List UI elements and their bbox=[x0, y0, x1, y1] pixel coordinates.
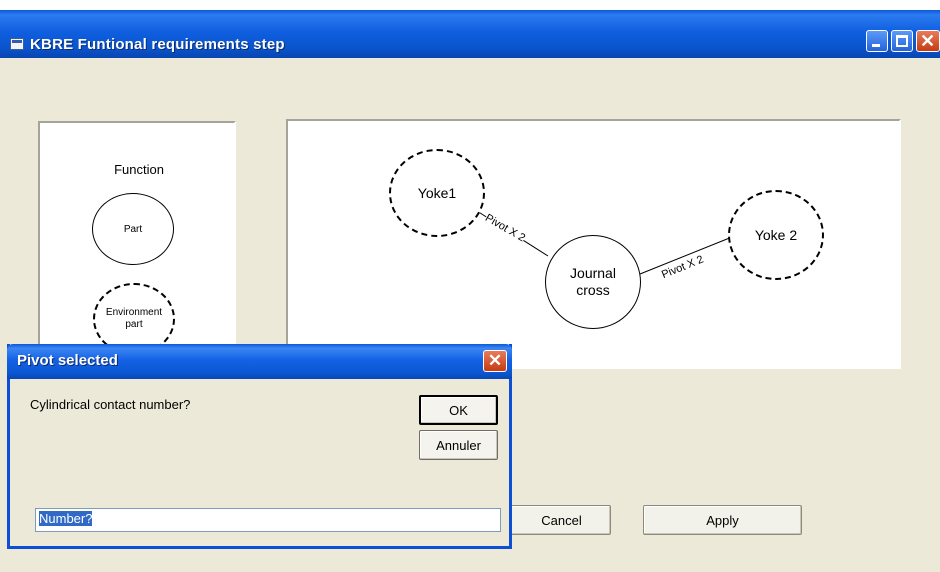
main-titlebar[interactable]: KBRE Funtional requirements step ✕ bbox=[0, 10, 940, 58]
diagram-canvas[interactable]: Yoke1 Yoke 2 Journal cross Pivot X 2 Piv… bbox=[286, 119, 901, 369]
ok-button[interactable]: OK bbox=[419, 395, 498, 425]
node-journal-cross[interactable]: Journal cross bbox=[545, 235, 641, 329]
node-journal-label-line2: cross bbox=[576, 282, 610, 298]
apply-button[interactable]: Apply bbox=[643, 505, 802, 535]
minimize-icon bbox=[872, 44, 880, 47]
annuler-button[interactable]: Annuler bbox=[419, 430, 498, 460]
node-journal-label-line1: Journal bbox=[570, 265, 616, 281]
node-yoke2[interactable]: Yoke 2 bbox=[728, 190, 824, 280]
legend-environment-label-line1: Environment bbox=[105, 307, 163, 318]
number-input[interactable]: Number? bbox=[35, 508, 501, 532]
legend-part-circle: Part bbox=[92, 193, 174, 265]
dialog-title: Pivot selected bbox=[17, 352, 118, 369]
maximize-button[interactable] bbox=[891, 30, 913, 52]
pivot-selected-dialog: Pivot selected ✕ Cylindrical contact num… bbox=[7, 344, 512, 549]
window-title: KBRE Funtional requirements step bbox=[30, 36, 285, 53]
close-button[interactable]: ✕ bbox=[916, 30, 940, 52]
function-legend: Function bbox=[82, 162, 196, 177]
dialog-prompt: Cylindrical contact number? bbox=[30, 397, 191, 412]
node-yoke1[interactable]: Yoke1 bbox=[389, 149, 485, 237]
dialog-close-button[interactable]: ✕ bbox=[483, 350, 507, 372]
close-icon: ✕ bbox=[920, 31, 936, 51]
function-label: Function bbox=[111, 162, 167, 177]
close-icon: ✕ bbox=[487, 351, 503, 370]
number-input-value: Number? bbox=[39, 511, 93, 526]
minimize-button[interactable] bbox=[866, 30, 888, 52]
node-yoke2-label: Yoke 2 bbox=[754, 226, 798, 243]
maximize-icon bbox=[896, 35, 908, 47]
legend-part-label: Part bbox=[123, 223, 143, 235]
legend-panel: Function Part Environment part bbox=[38, 121, 236, 355]
dialog-titlebar[interactable]: Pivot selected ✕ bbox=[7, 344, 512, 379]
legend-environment-label-line2: part bbox=[125, 319, 143, 330]
app-icon bbox=[10, 38, 24, 50]
node-yoke1-label: Yoke1 bbox=[417, 184, 457, 201]
